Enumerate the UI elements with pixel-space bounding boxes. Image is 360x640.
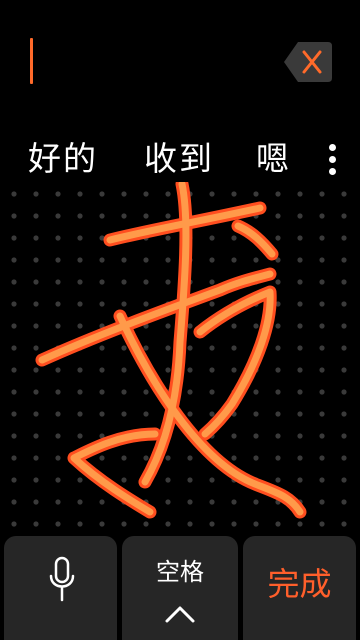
- chevron-up-icon: [165, 606, 195, 623]
- space-key[interactable]: 空格: [122, 536, 238, 640]
- close-icon: [284, 42, 332, 82]
- handwriting-keyboard-screen: 好的 收到 嗯 空格 完成: [0, 0, 360, 640]
- handwriting-pad[interactable]: [0, 182, 360, 532]
- text-cursor: [30, 38, 33, 84]
- voice-input-key[interactable]: [4, 536, 117, 640]
- handwritten-stroke: [35, 182, 307, 519]
- handwriting-canvas: [11, 182, 347, 527]
- candidate-3[interactable]: 嗯: [256, 134, 291, 184]
- space-key-label: 空格: [156, 558, 204, 586]
- more-vertical-icon[interactable]: [322, 140, 344, 180]
- candidate-1[interactable]: 好的: [28, 134, 98, 184]
- delete-key[interactable]: [280, 34, 336, 90]
- candidate-bar: 好的 收到 嗯: [0, 134, 360, 184]
- done-key[interactable]: 完成: [243, 536, 356, 640]
- done-key-label: 完成: [267, 565, 332, 603]
- candidate-2[interactable]: 收到: [144, 134, 214, 184]
- mic-icon: [49, 556, 75, 602]
